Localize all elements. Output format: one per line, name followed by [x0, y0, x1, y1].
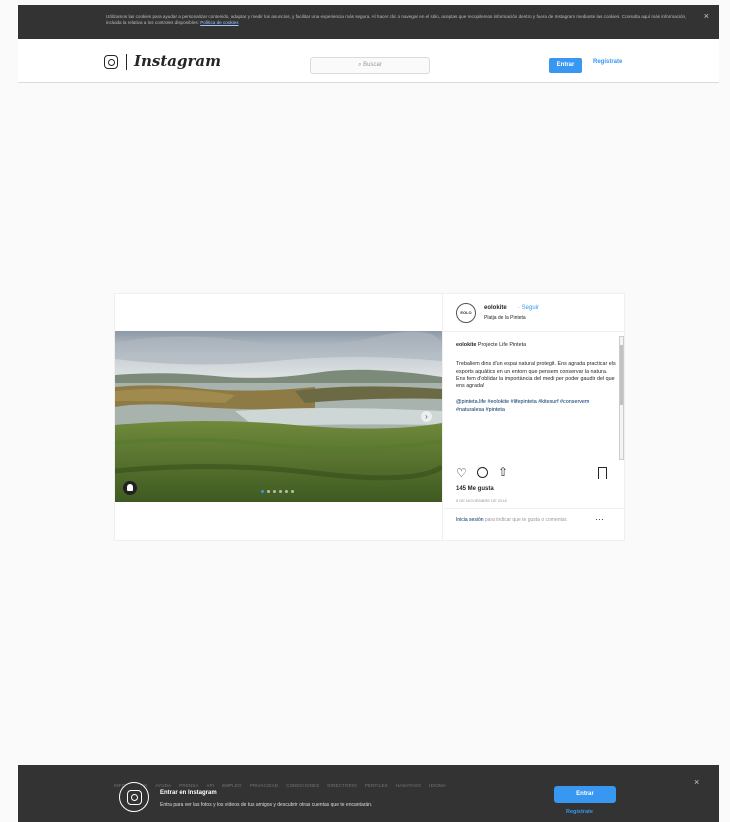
cookie-close-icon[interactable]: × — [704, 12, 709, 21]
carousel-indicators — [261, 490, 294, 493]
post-card: › EOLO eolokite · Seguir Platja de la Pi… — [114, 293, 625, 541]
footer-link[interactable]: API — [207, 783, 215, 788]
comment-prompt-rest: para indicar que te gusta o comentar. — [483, 517, 568, 523]
camera-icon[interactable] — [104, 55, 118, 69]
cookie-text: Utilizamos las cookies para ayudar a per… — [106, 14, 687, 25]
page-frame: Utilizamos las cookies para ayudar a per… — [18, 5, 719, 822]
comment-prompt-text: Inicia sesión para indicar que te gusta … — [456, 517, 591, 524]
caption-hashtags[interactable]: @pinteta.life #eolokite #lifepinteta #ki… — [456, 399, 616, 414]
wetland-landscape-image — [115, 331, 442, 502]
follow-button[interactable]: · Seguir — [518, 305, 539, 311]
post-sidebar: EOLO eolokite · Seguir Platja de la Pint… — [442, 294, 625, 540]
register-link[interactable]: Regístrate — [593, 59, 622, 65]
avatar[interactable]: EOLO — [456, 303, 476, 323]
footer-link[interactable]: IDIOMA — [429, 783, 446, 788]
bookmark-icon[interactable] — [598, 467, 607, 479]
footer-link[interactable]: HASHTAGS — [396, 783, 421, 788]
footer-link[interactable]: PRENSA — [179, 783, 198, 788]
carousel-dot — [279, 490, 282, 493]
login-prompt-title: Entrar en Instagram — [160, 790, 217, 796]
post-photo[interactable]: › — [115, 331, 442, 502]
caption-title: Projecte Life Pinteta — [477, 342, 527, 348]
caption-body: Trebaliem dins d'un espai natural proteg… — [456, 361, 616, 390]
search-placeholder: Buscar — [363, 62, 382, 68]
login-prompt-bar: INFORMACIÓNAYUDAPRENSAAPIEMPLEOPRIVACIDA… — [18, 765, 719, 822]
caption-username[interactable]: eolokite — [456, 342, 476, 348]
logo-divider — [126, 54, 127, 70]
footer-link[interactable]: EMPLEO — [222, 783, 242, 788]
post-date: 5 DE NOVIEMBRE DE 2018 — [456, 498, 507, 503]
next-arrow-icon[interactable]: › — [421, 411, 432, 422]
carousel-dot — [261, 490, 264, 493]
footer-link[interactable]: DIRECTORIO — [327, 783, 356, 788]
cookie-policy-link[interactable]: Política de cookies — [200, 20, 238, 25]
carousel-dot — [267, 490, 270, 493]
carousel-dot — [291, 490, 294, 493]
tagged-user-icon[interactable] — [123, 481, 137, 495]
footer-link[interactable]: PERFILES — [365, 783, 388, 788]
post-location[interactable]: Platja de la Pinteta — [484, 315, 526, 321]
more-options-icon[interactable]: ··· — [595, 514, 604, 524]
comment-icon[interactable] — [477, 467, 488, 478]
comment-prompt: Inicia sesión para indicar que te gusta … — [443, 508, 625, 540]
follow-label: Seguir — [521, 305, 540, 311]
footer-links: INFORMACIÓNAYUDAPRENSAAPIEMPLEOPRIVACIDA… — [114, 783, 446, 788]
login-prompt-subtitle: Entra para ver las fotos y los vídeos de… — [160, 802, 373, 808]
bottom-login-button[interactable]: Entrar — [554, 786, 616, 803]
instagram-logo[interactable]: Instagram — [134, 52, 221, 70]
bottom-register-link[interactable]: Regístrate — [566, 809, 593, 815]
likes-count[interactable]: 145 Me gusta — [456, 486, 494, 492]
heart-icon[interactable]: ♡ — [456, 467, 467, 479]
top-navigation: Instagram ⌕ Buscar Entrar Regístrate — [18, 39, 719, 83]
footer-link[interactable]: AYUDA — [155, 783, 171, 788]
footer-link[interactable]: PRIVACIDAD — [250, 783, 279, 788]
instagram-icon — [119, 782, 149, 812]
carousel-dot — [285, 490, 288, 493]
post-caption: eolokite Projecte Life Pinteta Trebaliem… — [456, 342, 616, 457]
cookie-banner: Utilizamos las cookies para ayudar a per… — [18, 5, 719, 39]
scrollbar-thumb[interactable] — [620, 345, 623, 405]
login-button[interactable]: Entrar — [549, 58, 582, 73]
caption-scrollbar[interactable] — [619, 336, 624, 460]
post-username[interactable]: eolokite — [484, 305, 507, 311]
login-link[interactable]: Inicia sesión — [456, 517, 484, 523]
post-header: EOLO eolokite · Seguir Platja de la Pint… — [443, 294, 625, 332]
share-icon[interactable]: ⇧ — [498, 465, 508, 479]
carousel-dot — [273, 490, 276, 493]
footer-link[interactable]: CONDICIONES — [286, 783, 319, 788]
close-icon[interactable]: × — [694, 777, 699, 787]
post-actions: ♡ ⇧ — [456, 465, 614, 480]
search-input[interactable]: ⌕ Buscar — [310, 57, 430, 74]
